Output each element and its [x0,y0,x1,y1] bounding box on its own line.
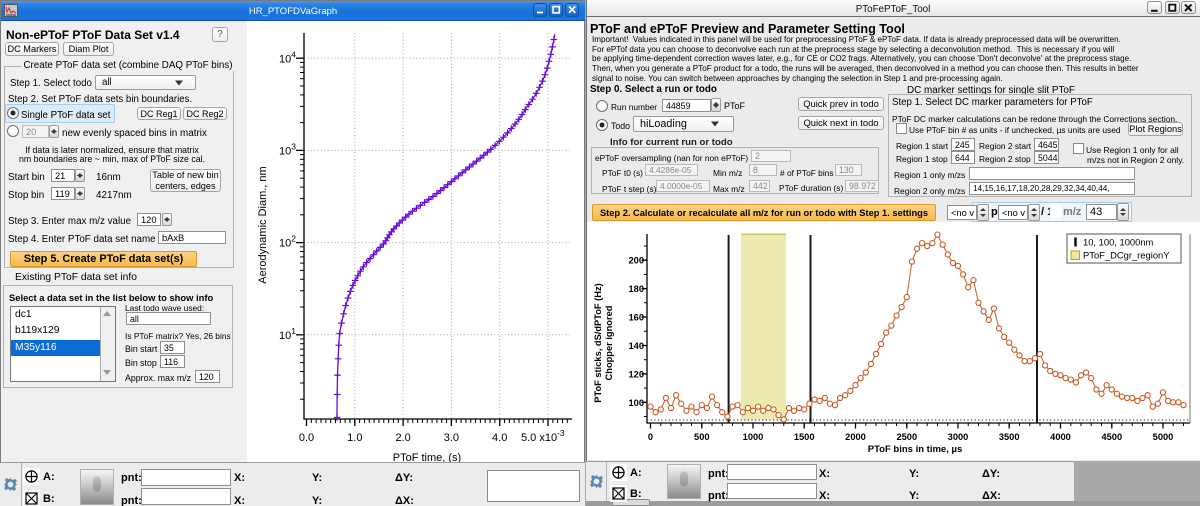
svg-text:100: 100 [628,398,644,408]
svg-text:140: 140 [628,341,644,351]
svg-text:5000: 5000 [1153,432,1174,442]
svg-text:PToF sticks, dS/dPToF (Hz): PToF sticks, dS/dPToF (Hz) [593,283,603,402]
svg-text:PToF bins in time, µs: PToF bins in time, µs [868,444,963,455]
svg-text:PToF_DCgr_regionY: PToF_DCgr_regionY [1083,250,1170,261]
svg-text:1500: 1500 [794,432,815,442]
svg-text:3000: 3000 [948,432,969,442]
svg-text:2500: 2500 [896,432,917,442]
svg-text:180: 180 [628,284,644,294]
svg-text:0: 0 [648,432,653,442]
svg-text:4000: 4000 [1050,432,1071,442]
svg-text:120: 120 [628,369,644,379]
svg-text:200: 200 [628,256,644,266]
svg-text:1000: 1000 [743,432,764,442]
svg-text:4500: 4500 [1101,432,1122,442]
svg-text:500: 500 [694,432,710,442]
svg-text:2000: 2000 [845,432,866,442]
svg-text:160: 160 [628,313,644,323]
svg-text:3500: 3500 [999,432,1020,442]
svg-text:10, 100, 1000nm: 10, 100, 1000nm [1083,237,1154,248]
svg-text:Chopper ignored: Chopper ignored [604,305,614,380]
